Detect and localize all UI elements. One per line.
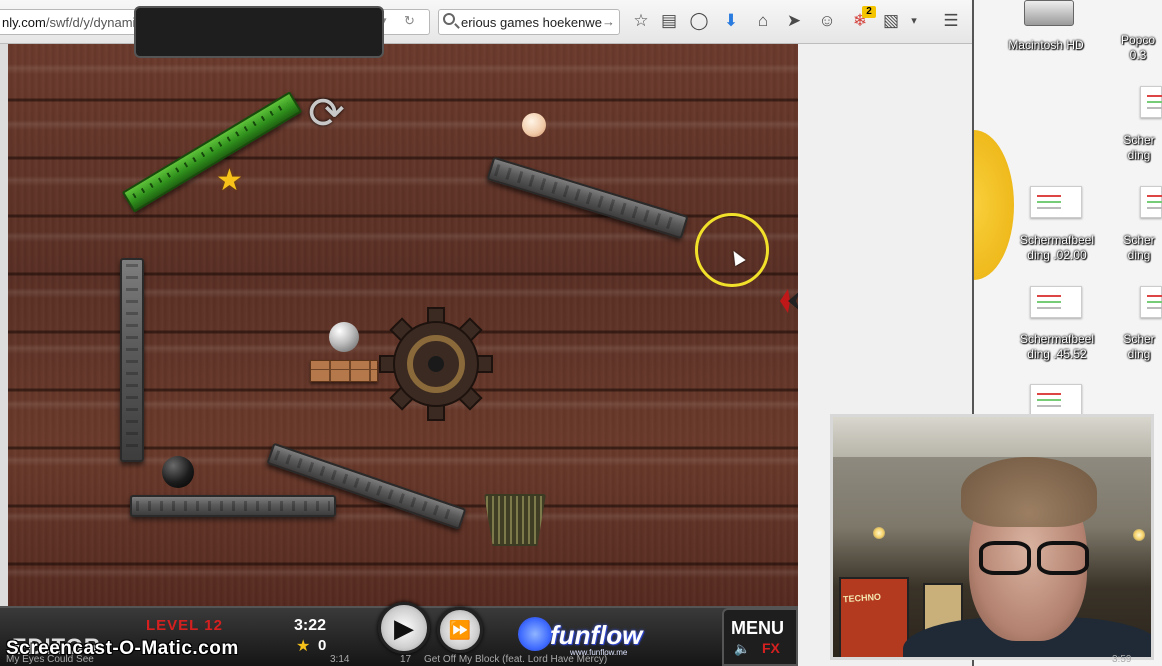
fast-forward-button[interactable]: ⏩ <box>437 607 483 653</box>
clipboard-icon[interactable]: ▧ <box>880 10 902 32</box>
gear-icon[interactable] <box>378 306 494 422</box>
page-left-strip <box>0 44 8 614</box>
screenshot-file-icon[interactable] <box>1140 286 1162 318</box>
desktop-icon-label[interactable]: Scher ding <box>1116 332 1162 362</box>
search-icon <box>443 13 455 25</box>
download-icon[interactable]: ⬇ <box>720 10 742 32</box>
webcam-person-glasses <box>979 541 1089 575</box>
chevron-down-icon[interactable]: ▾ <box>903 10 925 32</box>
play-icon: ▶ <box>394 613 414 643</box>
pocket-icon[interactable]: ◯ <box>688 10 710 32</box>
black-ball <box>162 456 194 488</box>
bleed-song-title: Get Off My Block (feat. Lord Have Mercy) <box>424 654 608 665</box>
menu-button[interactable]: MENU <box>731 618 784 639</box>
bleed-duration: 3:14 <box>330 654 350 665</box>
funflow-logo-icon <box>518 617 552 651</box>
brick-block[interactable] <box>310 360 378 382</box>
desktop-icon-label[interactable]: Popco 0.3 <box>1114 33 1162 63</box>
bookmark-star-icon[interactable]: ☆ <box>630 10 652 32</box>
recording-watermark: Screencast-O-Matic.com <box>6 638 239 659</box>
desktop-icon-label[interactable]: Macintosh HD <box>1000 38 1092 53</box>
send-icon[interactable]: ➤ <box>783 10 805 32</box>
stars-icon: ★ <box>296 638 311 655</box>
bleed-track-number: 17 <box>400 654 412 665</box>
steel-plank-bottom[interactable] <box>130 495 336 517</box>
chat-icon[interactable]: ☺ <box>816 10 838 32</box>
search-input[interactable]: erious games hoekenwe <box>461 15 602 30</box>
rotate-arrow-icon[interactable]: ⟳ <box>308 92 345 136</box>
screenshot-file-icon[interactable] <box>1140 86 1162 118</box>
goal-basket <box>484 494 546 546</box>
steel-plank-vertical[interactable] <box>120 258 144 462</box>
cursor-highlight-ring <box>695 213 769 287</box>
dart-icon <box>780 289 798 313</box>
hard-drive-icon[interactable] <box>1024 0 1074 26</box>
extension-badge: 2 <box>862 6 876 18</box>
url-host: nly.com <box>2 15 46 30</box>
bleed-duration-right: 3:59 <box>1112 654 1132 665</box>
play-button[interactable]: ▶ <box>378 602 430 654</box>
reading-list-icon[interactable]: ▤ <box>658 10 680 32</box>
star-icon: ★ <box>216 164 243 197</box>
desktop-icon-label[interactable]: Schermafbeel ding .45.52 <box>1008 332 1106 362</box>
desktop-icon-label[interactable]: Scher ding <box>1116 233 1162 263</box>
green-beam[interactable] <box>121 91 303 213</box>
game-canvas[interactable]: ⟳ ★ <box>8 44 798 612</box>
desktop-icon-label[interactable]: Schermafbeel ding .02.00 <box>1008 233 1106 263</box>
steel-plank-top[interactable] <box>486 156 689 240</box>
home-icon[interactable]: ⌂ <box>752 10 774 32</box>
screenshot-file-icon[interactable] <box>1030 186 1082 218</box>
search-bar[interactable]: erious games hoekenwe → <box>438 9 620 35</box>
webcam-ceiling <box>833 417 1151 457</box>
hud-info-panel <box>134 6 384 58</box>
stars-count: 0 <box>318 637 327 654</box>
sponsor-logo[interactable]: funflow <box>550 620 642 651</box>
screen: nly.com/swf/d/y/dynamicsystems2-4881.swf… <box>0 0 1162 666</box>
screenshot-file-icon[interactable] <box>1140 186 1162 218</box>
webcam-poster <box>839 577 909 657</box>
webcam-person-hair <box>961 457 1097 527</box>
ceiling-light <box>873 527 885 539</box>
ceiling-light <box>1133 529 1145 541</box>
search-go-icon[interactable]: → <box>602 14 615 29</box>
reload-icon[interactable]: ↻ <box>404 13 415 29</box>
fast-forward-icon: ⏩ <box>448 620 472 640</box>
screenshot-file-icon[interactable] <box>1030 286 1082 318</box>
webcam-overlay: TECHNO <box>830 414 1154 660</box>
timer: 3:22 <box>294 617 327 634</box>
screenshot-file-icon[interactable] <box>1030 384 1082 416</box>
steel-ball <box>329 322 359 352</box>
hamburger-menu-icon[interactable]: ☰ <box>940 10 962 32</box>
baseball-ball <box>522 113 546 137</box>
level-label: LEVEL 12 <box>146 617 223 634</box>
desktop-icon-label[interactable]: Scher ding <box>1116 133 1162 163</box>
